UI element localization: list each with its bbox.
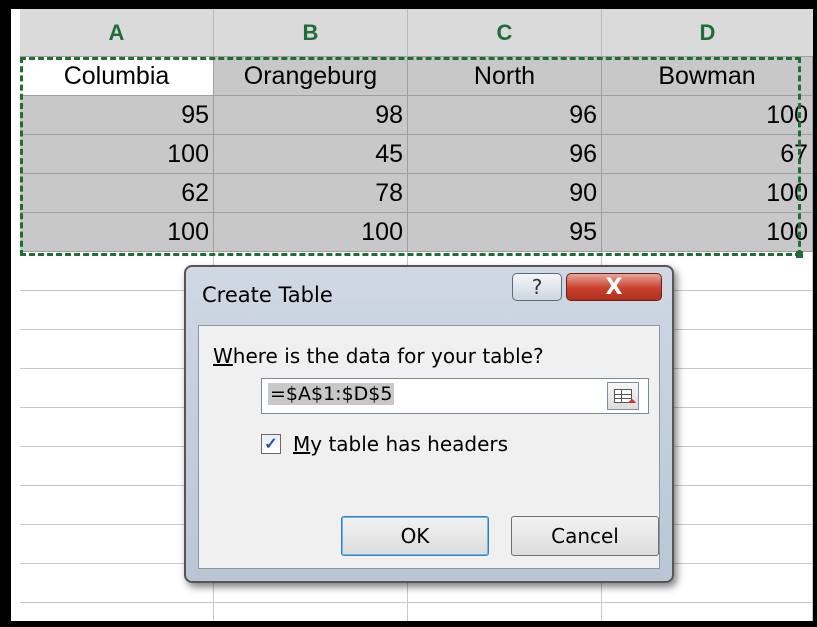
table-cell[interactable]: 90 (408, 174, 602, 213)
column-header-a[interactable]: A (20, 9, 214, 57)
column-headers: A B C D (20, 9, 813, 57)
cancel-button[interactable]: Cancel (511, 516, 659, 556)
checkbox-label-text: y table has headers (310, 432, 509, 456)
screenshot-frame: A B C D Columbia Orangeburg North Bowman 95 9… (0, 0, 817, 627)
range-input[interactable]: =$A$1:$D$5 (261, 378, 649, 414)
help-question-icon: ? (531, 275, 543, 299)
empty-cell[interactable] (20, 603, 214, 621)
table-header-cell[interactable]: North (408, 57, 602, 96)
table-cell[interactable]: 96 (408, 96, 602, 135)
table-cell[interactable]: 100 (602, 213, 813, 252)
table-cell[interactable]: 95 (20, 96, 214, 135)
empty-cell[interactable] (602, 603, 813, 621)
table-cell[interactable]: 95 (408, 213, 602, 252)
help-button[interactable]: ? (512, 273, 562, 301)
close-button[interactable]: X (566, 273, 662, 301)
table-header-cell[interactable]: Bowman (602, 57, 813, 96)
table-cell[interactable]: 100 (602, 174, 813, 213)
table-cell[interactable]: 62 (20, 174, 214, 213)
ok-button[interactable]: OK (341, 516, 489, 556)
empty-cell[interactable] (408, 603, 602, 621)
table-cell[interactable]: 67 (602, 135, 813, 174)
empty-cell[interactable] (214, 603, 408, 621)
table-cell[interactable]: 98 (214, 96, 408, 135)
checkmark-icon: ✓ (264, 436, 278, 453)
table-cell[interactable]: 96 (408, 135, 602, 174)
create-table-dialog: Create Table ? X Where is the data for y… (184, 265, 674, 583)
headers-checkbox-row[interactable]: ✓ My table has headers (261, 432, 508, 456)
table-cell[interactable]: 100 (602, 96, 813, 135)
range-collapse-button[interactable] (607, 382, 639, 410)
column-header-b[interactable]: B (214, 9, 408, 57)
fill-handle[interactable] (796, 251, 803, 258)
headers-checkbox[interactable]: ✓ (261, 434, 281, 454)
prompt-accel-key: W (213, 344, 233, 368)
dialog-body: Where is the data for your table? =$A$1:… (198, 325, 660, 569)
table-cell[interactable]: 100 (214, 213, 408, 252)
prompt-text: here is the data for your table? (232, 344, 544, 368)
range-collapse-icon (614, 389, 632, 403)
range-prompt-label: Where is the data for your table? (213, 344, 544, 368)
table-cell[interactable]: 78 (214, 174, 408, 213)
checkbox-accel-key: M (293, 432, 311, 456)
column-header-d[interactable]: D (602, 9, 813, 57)
table-header-cell[interactable]: Columbia (20, 57, 214, 96)
column-header-c[interactable]: C (408, 9, 602, 57)
table-cell[interactable]: 45 (214, 135, 408, 174)
table-cell[interactable]: 100 (20, 213, 214, 252)
close-x-icon: X (605, 274, 623, 300)
headers-checkbox-label[interactable]: My table has headers (293, 432, 508, 456)
dialog-title: Create Table (202, 283, 333, 307)
table-cell[interactable]: 100 (20, 135, 214, 174)
table-header-cell[interactable]: Orangeburg (214, 57, 408, 96)
range-input-value: =$A$1:$D$5 (268, 383, 395, 405)
